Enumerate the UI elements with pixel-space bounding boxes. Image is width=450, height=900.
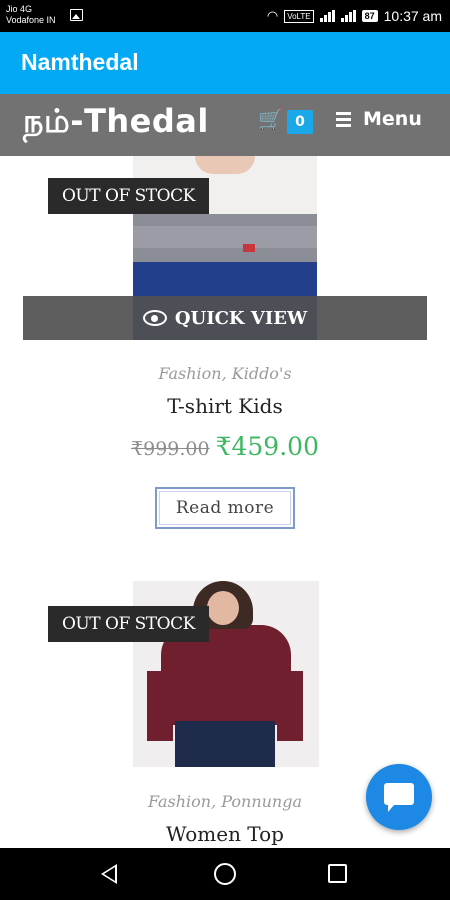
chat-icon [384, 783, 414, 812]
status-bar: Jio 4G Vodafone IN ◠ VoLTE 87 10:37 am [0, 0, 450, 32]
cart-count-badge[interactable]: 0 [287, 110, 313, 134]
carrier-info: Jio 4G Vodafone IN [6, 4, 56, 26]
out-of-stock-badge: OUT OF STOCK [48, 178, 209, 214]
volte-badge: VoLTE [284, 9, 314, 23]
out-of-stock-badge: OUT OF STOCK [48, 606, 209, 642]
chat-button[interactable] [366, 764, 432, 830]
menu-button[interactable]: Menu [336, 108, 422, 130]
status-indicators: ◠ VoLTE 87 10:37 am [267, 8, 442, 24]
carrier-2: Vodafone IN [6, 15, 56, 25]
product-title[interactable]: T-shirt Kids [0, 394, 450, 418]
read-more-button[interactable]: Read more [155, 487, 295, 529]
back-icon[interactable] [101, 864, 117, 884]
app-title: Namthedal [21, 49, 139, 75]
recent-apps-icon[interactable] [328, 864, 347, 883]
cart-icon[interactable]: 🛒 [258, 108, 283, 130]
home-icon[interactable] [214, 863, 236, 885]
system-nav-bar [0, 848, 450, 900]
quick-view-button[interactable]: QUICK VIEW [23, 296, 427, 340]
product-categories[interactable]: Fashion, Kiddo's [0, 364, 450, 383]
hamburger-icon [336, 111, 351, 127]
eye-icon [142, 310, 167, 326]
price-original: ₹999.00 [131, 438, 210, 460]
price-sale: ₹459.00 [215, 432, 319, 461]
quick-view-label: QUICK VIEW [174, 307, 308, 329]
site-header: நம்-Thedal 🛒 0 Menu [0, 94, 450, 156]
wifi-icon: ◠ [266, 8, 279, 23]
product-price: ₹999.00 ₹459.00 [0, 432, 450, 461]
menu-label: Menu [363, 108, 422, 130]
image-icon [70, 9, 83, 21]
site-logo[interactable]: நம்-Thedal [23, 102, 209, 144]
signal-icon [319, 10, 335, 22]
signal-icon-2 [340, 10, 356, 22]
app-bar: Namthedal [0, 32, 450, 94]
battery-level: 87 [364, 11, 375, 21]
web-content[interactable]: நம்-Thedal 🛒 0 Menu OUT OF STOCK QUICK V… [0, 94, 450, 848]
battery-icon: 87 [361, 10, 378, 22]
clock: 10:37 am [383, 8, 442, 24]
carrier-1: Jio 4G [6, 4, 33, 14]
